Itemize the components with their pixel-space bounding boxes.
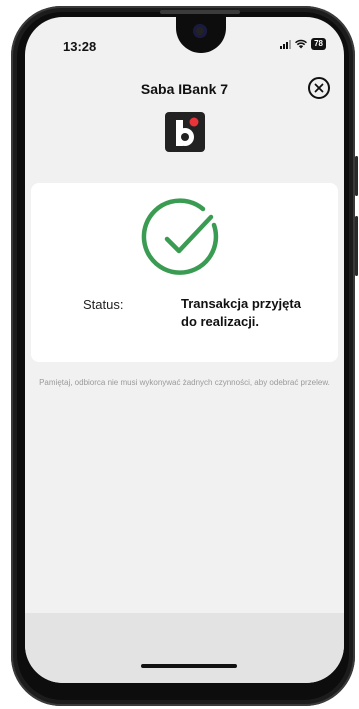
clock: 13:28 bbox=[63, 39, 97, 54]
status-label: Status: bbox=[83, 297, 124, 312]
info-note: Pamiętaj, odbiorca nie musi wykonywać ża… bbox=[39, 378, 330, 387]
signal-icon bbox=[280, 39, 292, 49]
wifi-icon bbox=[295, 39, 308, 49]
status-value: Transakcja przyjęta do realizacji. bbox=[181, 296, 301, 329]
close-button[interactable] bbox=[308, 77, 330, 99]
close-icon bbox=[314, 83, 324, 93]
bottom-bar bbox=[25, 613, 344, 683]
app-header: Saba IBank 7 bbox=[25, 71, 344, 111]
power-button bbox=[355, 216, 358, 276]
volume-button bbox=[355, 156, 358, 196]
speaker-grille bbox=[160, 10, 240, 14]
page-title: Saba IBank 7 bbox=[140, 81, 229, 97]
front-camera bbox=[193, 24, 207, 38]
battery-icon: 78 bbox=[311, 38, 326, 50]
system-icons: 78 bbox=[280, 38, 326, 50]
home-indicator[interactable] bbox=[141, 664, 237, 668]
checkmark-circle-icon bbox=[141, 198, 219, 275]
app-screen: 13:28 78 Saba IBank 7 Status: Transakcja… bbox=[25, 17, 344, 683]
app-logo bbox=[165, 112, 205, 152]
transaction-status-card: Status: Transakcja przyjęta do realizacj… bbox=[31, 183, 338, 362]
